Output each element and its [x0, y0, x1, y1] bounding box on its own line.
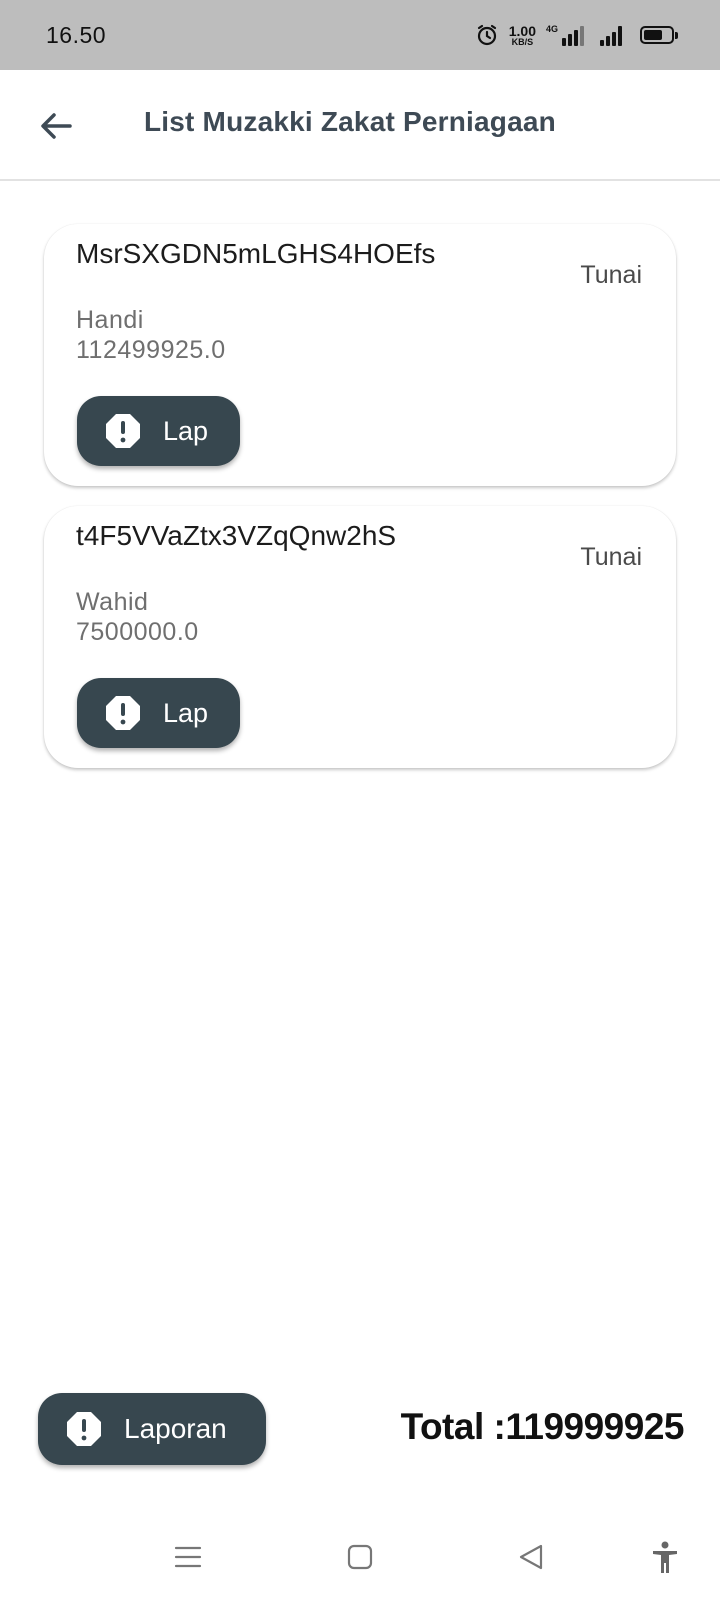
- muzakki-amount: 112499925.0: [76, 336, 226, 364]
- menu-icon: [173, 1542, 203, 1572]
- signal-bars-icon: [600, 24, 622, 46]
- muzakki-id: t4F5VVaZtx3VZqQnw2hS: [76, 520, 397, 551]
- muzakki-name: Wahid: [76, 588, 149, 616]
- back-triangle-icon: [516, 1542, 546, 1572]
- muzakki-amount: 7500000.0: [76, 618, 199, 646]
- alert-octagon-icon: [105, 695, 141, 731]
- laporan-button[interactable]: Laporan: [38, 1393, 266, 1465]
- network-label: 4G: [545, 24, 558, 34]
- net-speed: 1.00 KB/S: [509, 24, 536, 47]
- lap-button-label: Lap: [163, 415, 209, 446]
- back-button[interactable]: [34, 104, 78, 148]
- nav-back-button[interactable]: [506, 1532, 556, 1582]
- muzakki-card: t4F5VVaZtx3VZqQnw2hS Tunai Wahid 7500000…: [44, 506, 676, 768]
- status-bar: 16.50 1.00 KB/S 4G: [0, 0, 720, 70]
- signal-4g-icon: 4G: [546, 24, 584, 46]
- payment-method: Tunai: [580, 261, 642, 289]
- nav-menu-button[interactable]: [163, 1532, 213, 1582]
- status-time: 16.50: [46, 21, 107, 48]
- lap-button[interactable]: Lap: [77, 678, 240, 748]
- page-title: List Muzakki Zakat Perniagaan: [144, 106, 556, 137]
- nav-home-button[interactable]: [335, 1532, 385, 1582]
- laporan-button-label: Laporan: [124, 1413, 227, 1444]
- screen: 16.50 1.00 KB/S 4G List Muzakki Zakat Pe…: [0, 0, 720, 1600]
- arrow-left-icon: [38, 108, 74, 144]
- battery-icon: [640, 26, 678, 44]
- net-speed-value: 1.00: [508, 22, 536, 39]
- status-icons: 1.00 KB/S 4G: [475, 23, 678, 47]
- accessibility-icon: [650, 1540, 680, 1574]
- lap-button[interactable]: Lap: [77, 396, 240, 466]
- net-speed-unit: KB/S: [511, 36, 534, 47]
- total-amount: Total :119999925: [400, 1406, 685, 1447]
- system-nav-bar: [0, 1520, 720, 1600]
- alarm-icon: [475, 23, 499, 47]
- home-square-icon: [345, 1542, 375, 1572]
- muzakki-card: MsrSXGDN5mLGHS4HOEfs Tunai Handi 1124999…: [44, 224, 676, 486]
- lap-button-label: Lap: [163, 697, 209, 728]
- alert-octagon-icon: [105, 413, 141, 449]
- nav-accessibility-button[interactable]: [640, 1532, 690, 1582]
- payment-method: Tunai: [580, 543, 642, 571]
- muzakki-name: Handi: [76, 306, 144, 334]
- app-bar: List Muzakki Zakat Perniagaan: [0, 70, 720, 181]
- muzakki-id: MsrSXGDN5mLGHS4HOEfs: [76, 238, 436, 269]
- alert-octagon-icon: [66, 1411, 102, 1447]
